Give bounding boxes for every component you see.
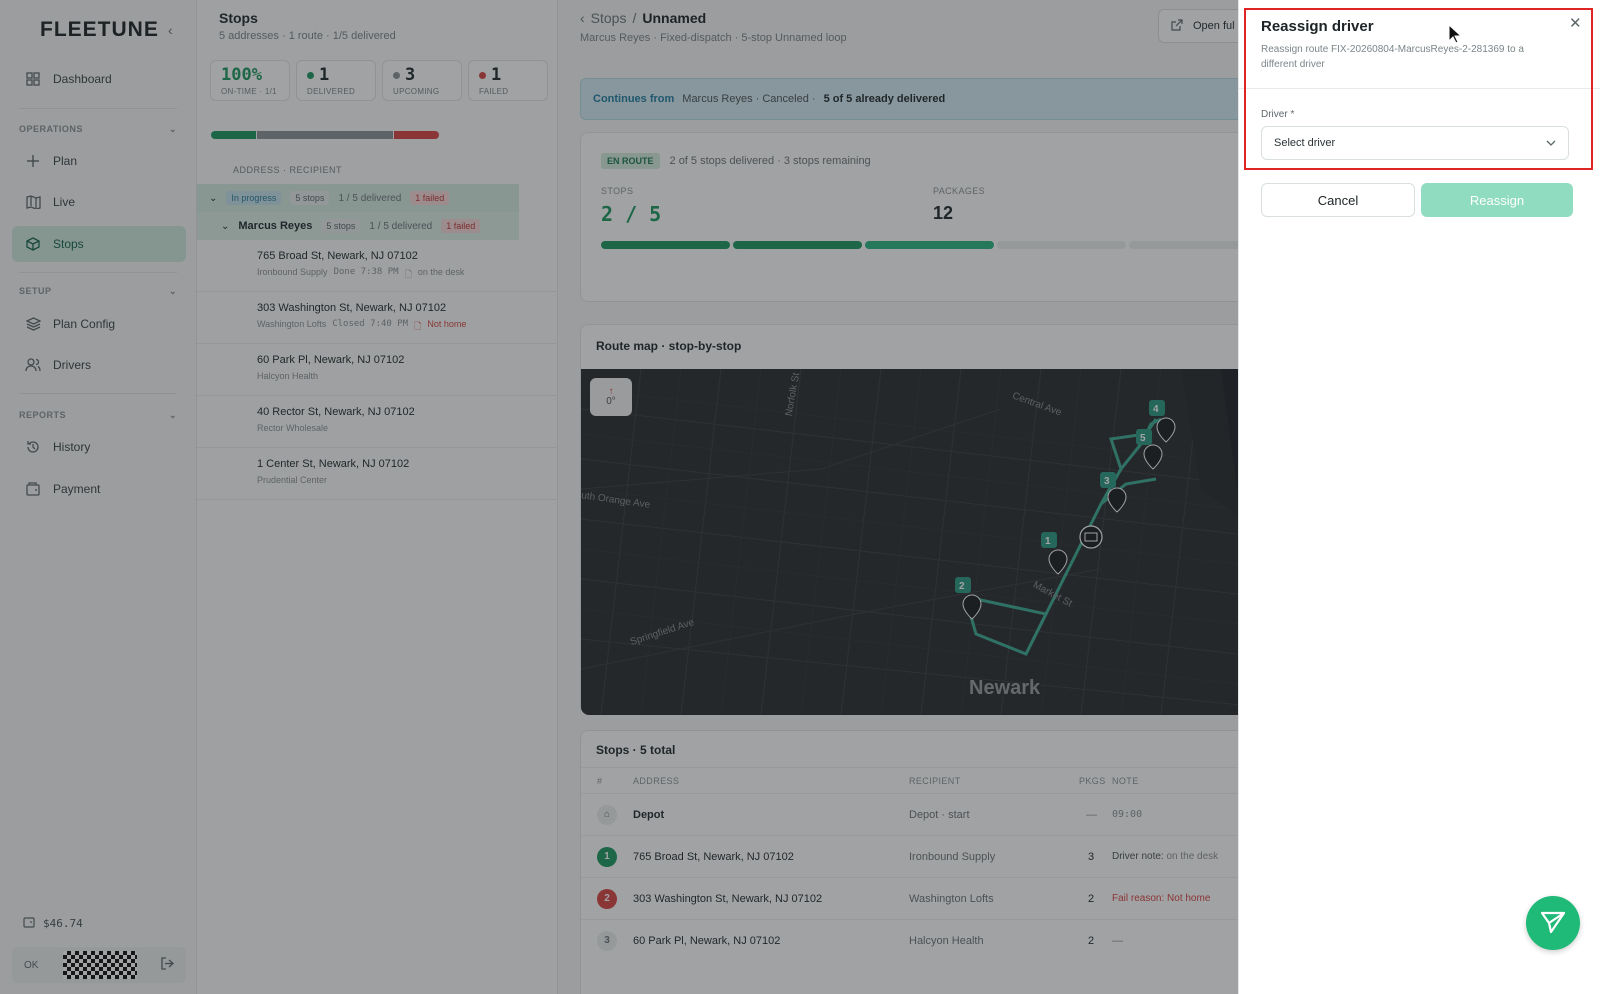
send-fab-button[interactable] [1526,896,1580,950]
reassign-button[interactable]: Reassign [1421,183,1573,217]
mouse-cursor-icon [1448,23,1463,47]
driver-select[interactable]: Select driver [1261,126,1569,160]
reassign-driver-drawer: Reassign driver Reassign route FIX-20260… [1238,0,1600,994]
paper-plane-icon [1540,909,1566,938]
chevron-down-icon [1546,137,1556,149]
modal-overlay[interactable] [0,0,1238,994]
close-icon[interactable]: ✕ [1569,14,1582,32]
drawer-description: Reassign route FIX-20260804-MarcusReyes-… [1261,44,1524,70]
cancel-button[interactable]: Cancel [1261,183,1415,217]
drawer-title: Reassign driver [1261,18,1374,35]
driver-select-value: Select driver [1274,137,1336,149]
driver-field-label: Driver * [1261,109,1295,120]
divider [1239,88,1600,89]
